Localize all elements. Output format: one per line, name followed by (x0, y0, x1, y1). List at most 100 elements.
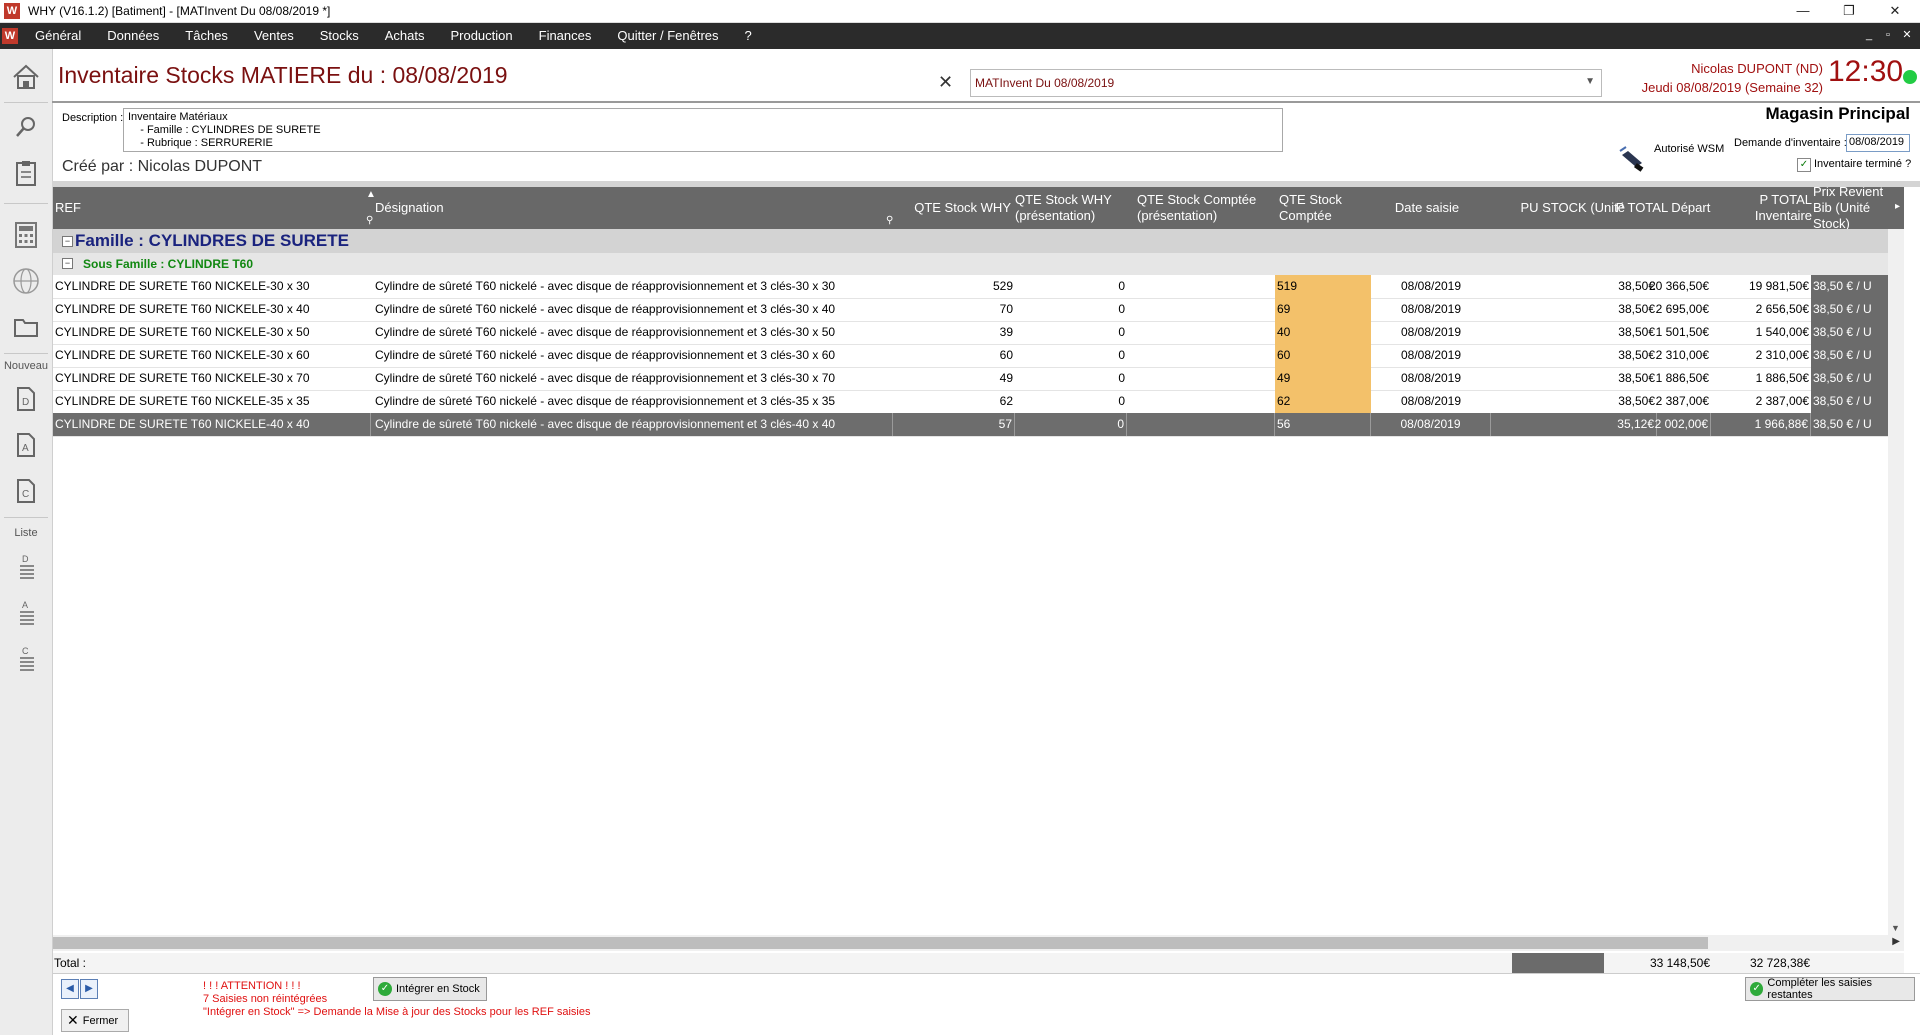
menu-general[interactable]: Général (22, 23, 94, 49)
cell-designation[interactable]: Cylindre de sûreté T60 nickelé - avec di… (373, 390, 893, 413)
cell-designation[interactable]: Cylindre de sûreté T60 nickelé - avec di… (373, 344, 893, 367)
cell-qte-why-pres[interactable]: 0 (1015, 298, 1127, 321)
clear-selection-icon[interactable]: ✕ (938, 72, 953, 93)
web-button[interactable] (4, 261, 48, 301)
column-header-p-total-depart[interactable]: P TOTAL Départ (1612, 187, 1714, 229)
cell-qte-comptee[interactable]: 519 (1275, 275, 1371, 298)
scroll-right-icon[interactable]: ▶ (1892, 936, 1900, 947)
column-header-qte-why-presentation[interactable]: QTE Stock WHY (présentation) (1013, 187, 1135, 229)
cell-ref[interactable]: CYLINDRE DE SURETE T60 NICKELE-30 x 50 (53, 321, 371, 344)
cell-date-saisie[interactable]: 08/08/2019 (1371, 413, 1491, 436)
cell-ref[interactable]: CYLINDRE DE SURETE T60 NICKELE-30 x 30 (53, 275, 371, 298)
column-header-designation[interactable]: Désignation (373, 187, 893, 229)
cell-qte-comptee-pres[interactable] (1135, 321, 1275, 344)
menu-quitter-fenetres[interactable]: Quitter / Fenêtres (604, 23, 731, 49)
cell-qte-comptee-pres[interactable] (1135, 413, 1275, 436)
cell-date-saisie[interactable]: 08/08/2019 (1371, 275, 1491, 298)
cell-qte-comptee-pres[interactable] (1135, 275, 1275, 298)
cell-qte-why[interactable]: 70 (895, 298, 1015, 321)
vertical-scrollbar[interactable]: ▼ (1888, 229, 1904, 935)
cell-qte-why-pres[interactable]: 0 (1015, 321, 1127, 344)
chevron-down-icon[interactable]: ▼ (1585, 76, 1595, 87)
cell-p-total-depart[interactable]: 2 387,00€ (1611, 390, 1711, 413)
cell-qte-comptee[interactable]: 56 (1275, 413, 1371, 436)
cell-qte-comptee-pres[interactable] (1135, 298, 1275, 321)
column-header-qte-comptee-presentation[interactable]: QTE Stock Comptée (présentation) (1135, 187, 1275, 229)
column-header-pu-stock[interactable]: PU STOCK (Unité (1501, 187, 1627, 229)
cell-qte-why[interactable]: 60 (895, 344, 1015, 367)
cell-qte-comptee-pres[interactable] (1135, 390, 1275, 413)
mdi-minimize-button[interactable]: _ (1860, 27, 1878, 43)
table-row[interactable]: CYLINDRE DE SURETE T60 NICKELE-30 x 60 Cy… (53, 344, 1904, 368)
column-header-qte-why[interactable]: QTE Stock WHY (895, 187, 1013, 229)
cell-p-total-inv[interactable]: 1 966,88€ (1711, 413, 1811, 436)
menu-donnees[interactable]: Données (94, 23, 172, 49)
cell-qte-why[interactable]: 49 (895, 367, 1015, 390)
scroll-down-icon[interactable]: ▼ (1891, 923, 1900, 933)
cell-ref[interactable]: CYLINDRE DE SURETE T60 NICKELE-30 x 40 (53, 298, 371, 321)
table-row[interactable]: CYLINDRE DE SURETE T60 NICKELE-30 x 30 Cy… (53, 275, 1904, 299)
cell-qte-comptee[interactable]: 60 (1275, 344, 1371, 367)
cell-designation[interactable]: Cylindre de sûreté T60 nickelé - avec di… (373, 298, 893, 321)
new-document-a-button[interactable]: A (4, 425, 48, 465)
cell-p-total-inv[interactable]: 2 387,00€ (1711, 390, 1811, 413)
previous-button[interactable]: ◀ (61, 979, 79, 999)
description-field[interactable]: Inventaire Matériaux - Famille : CYLINDR… (123, 108, 1283, 152)
menu-taches[interactable]: Tâches (172, 23, 241, 49)
minimize-button[interactable]: — (1780, 0, 1826, 22)
cell-ref[interactable]: CYLINDRE DE SURETE T60 NICKELE-30 x 70 (53, 367, 371, 390)
demande-inventaire-field[interactable]: 08/08/2019 (1846, 134, 1910, 152)
cell-p-total-inv[interactable]: 19 981,50€ (1711, 275, 1811, 298)
fermer-button[interactable]: ✕ Fermer (61, 1009, 129, 1032)
folder-button[interactable] (4, 307, 48, 347)
cell-qte-why[interactable]: 529 (895, 275, 1015, 298)
cell-date-saisie[interactable]: 08/08/2019 (1371, 298, 1491, 321)
cell-p-total-depart[interactable]: 20 366,50€ (1611, 275, 1711, 298)
restore-button[interactable]: ❐ (1826, 0, 1872, 22)
cell-designation[interactable]: Cylindre de sûreté T60 nickelé - avec di… (373, 413, 893, 436)
cell-ref[interactable]: CYLINDRE DE SURETE T60 NICKELE-40 x 40 (53, 413, 371, 436)
integrer-en-stock-button[interactable]: ✓ Intégrer en Stock (373, 977, 487, 1001)
next-button[interactable]: ▶ (80, 979, 98, 999)
cell-p-total-depart[interactable]: 2 310,00€ (1611, 344, 1711, 367)
cell-qte-why-pres[interactable]: 0 (1015, 275, 1127, 298)
family-group-row[interactable]: − Famille : CYLINDRES DE SURETE (53, 229, 1904, 253)
cell-date-saisie[interactable]: 08/08/2019 (1371, 321, 1491, 344)
cell-p-total-depart[interactable]: 1 501,50€ (1611, 321, 1711, 344)
cell-ref[interactable]: CYLINDRE DE SURETE T60 NICKELE-35 x 35 (53, 390, 371, 413)
cell-qte-why-pres[interactable]: 0 (1015, 413, 1127, 436)
calculator-button[interactable] (4, 215, 48, 255)
cell-p-total-inv[interactable]: 2 310,00€ (1711, 344, 1811, 367)
cell-qte-why[interactable]: 62 (895, 390, 1015, 413)
cell-qte-comptee-pres[interactable] (1135, 344, 1275, 367)
mdi-restore-button[interactable]: ▫ (1879, 27, 1897, 43)
menu-achats[interactable]: Achats (372, 23, 438, 49)
search-button[interactable] (4, 107, 48, 147)
mdi-close-button[interactable]: ✕ (1898, 27, 1916, 43)
menu-help[interactable]: ? (732, 23, 765, 49)
horizontal-scrollbar[interactable]: ▶ (53, 935, 1904, 951)
column-header-p-total-inventaire[interactable]: P TOTAL Inventaire (1714, 187, 1814, 229)
cell-qte-comptee[interactable]: 49 (1275, 367, 1371, 390)
cell-designation[interactable]: Cylindre de sûreté T60 nickelé - avec di… (373, 275, 893, 298)
table-row[interactable]: CYLINDRE DE SURETE T60 NICKELE-30 x 50 Cy… (53, 321, 1904, 345)
home-button[interactable] (4, 57, 48, 97)
cell-qte-comptee[interactable]: 40 (1275, 321, 1371, 344)
cell-p-total-inv[interactable]: 1 540,00€ (1711, 321, 1811, 344)
menu-finances[interactable]: Finances (526, 23, 605, 49)
cell-designation[interactable]: Cylindre de sûreté T60 nickelé - avec di… (373, 367, 893, 390)
cell-p-total-depart[interactable]: 1 886,50€ (1611, 367, 1711, 390)
close-window-button[interactable]: ✕ (1872, 0, 1918, 22)
menu-ventes[interactable]: Ventes (241, 23, 307, 49)
menu-stocks[interactable]: Stocks (307, 23, 372, 49)
table-row[interactable]: CYLINDRE DE SURETE T60 NICKELE-35 x 35 Cy… (53, 390, 1904, 414)
collapse-toggle-icon[interactable]: − (62, 258, 73, 269)
list-a-button[interactable]: A (4, 592, 48, 632)
clipboard-button[interactable] (4, 153, 48, 193)
cell-p-total-inv[interactable]: 1 886,50€ (1711, 367, 1811, 390)
cell-qte-why[interactable]: 57 (895, 413, 1015, 436)
column-header-date-saisie[interactable]: Date saisie (1375, 187, 1479, 229)
column-header-qte-comptee[interactable]: QTE Stock Comptée (1277, 187, 1375, 229)
column-header-prix-revient[interactable]: Prix Revient Bib (Unité Stock) (1811, 187, 1897, 229)
cell-qte-comptee[interactable]: 62 (1275, 390, 1371, 413)
